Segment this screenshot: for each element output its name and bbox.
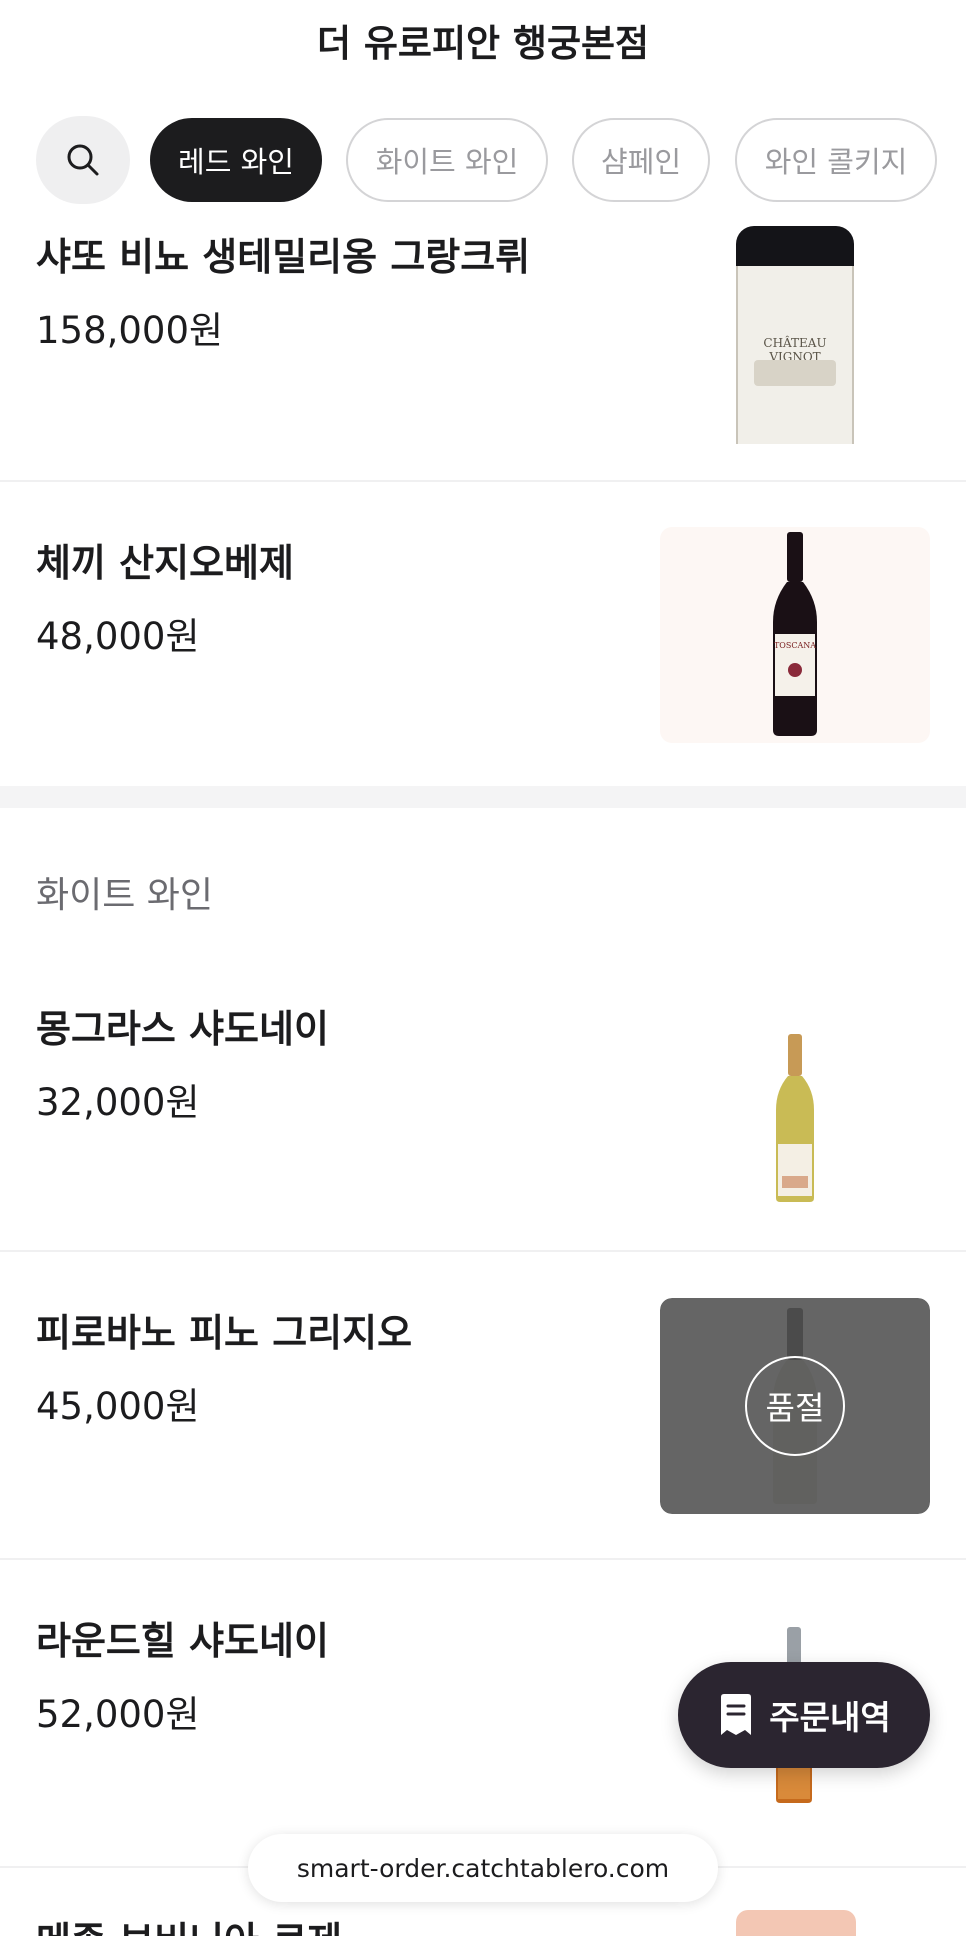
item-thumbnail: CHÂTEAU VIGNOT: [736, 226, 854, 444]
item-name: 피로바노 피노 그리지오: [36, 1311, 413, 1355]
order-history-label: 주문내역: [769, 1698, 891, 1737]
chip-white-wine[interactable]: 화이트 와인: [346, 118, 548, 202]
url-bar[interactable]: smart-order.catchtablero.com: [248, 1834, 718, 1902]
item-price: 52,000원: [36, 1693, 200, 1736]
menu-item[interactable]: 몽그라스 샤도네이 32,000원: [0, 960, 966, 1250]
app-header: 더 유로피안 행궁본점: [0, 0, 966, 80]
section-title-white-wine: 화이트 와인: [36, 875, 214, 916]
item-thumbnail: TOSCANA: [660, 527, 930, 743]
item-thumbnail: [736, 1910, 856, 1936]
label-text: TOSCANA: [774, 641, 816, 650]
item-name: 라운드힐 샤도네이: [36, 1619, 329, 1663]
sold-out-badge: 품절: [745, 1356, 845, 1456]
item-price: 48,000원: [36, 615, 200, 658]
chip-red-wine[interactable]: 레드 와인: [150, 118, 322, 202]
item-price: 32,000원: [36, 1081, 200, 1124]
menu-item[interactable]: 샤또 비뇨 생테밀리옹 그랑크뤼 158,000원 CHÂTEAU VIGNOT: [0, 208, 966, 480]
item-thumbnail: [660, 1010, 930, 1226]
wine-bottle-image: TOSCANA: [773, 532, 817, 736]
item-name: 몽그라스 샤도네이: [36, 1007, 329, 1051]
category-filter-bar: 레드 와인 화이트 와인 샴페인 와인 콜키지: [0, 116, 966, 208]
wine-bottle-image: [776, 1034, 814, 1202]
search-icon: [67, 144, 99, 176]
chip-champagne[interactable]: 샴페인: [572, 118, 710, 202]
item-name: 체끼 산지오베제: [36, 541, 294, 585]
order-history-button[interactable]: 주문내역: [678, 1662, 930, 1768]
menu-item[interactable]: 피로바노 피노 그리지오 45,000원 품절: [0, 1252, 966, 1558]
menu-item[interactable]: 체끼 산지오베제 48,000원 TOSCANA: [0, 482, 966, 787]
sold-out-overlay: 품절: [660, 1298, 930, 1514]
item-name: 샤또 비뇨 생테밀리옹 그랑크뤼: [36, 235, 531, 279]
search-button[interactable]: [36, 116, 130, 204]
receipt-icon: [721, 1694, 752, 1735]
store-title: 더 유로피안 행궁본점: [316, 22, 650, 65]
menu-page: 더 유로피안 행궁본점 레드 와인 화이트 와인 샴페인 와인 콜키지 샤또 비…: [0, 0, 966, 1936]
item-price: 158,000원: [36, 309, 224, 352]
item-thumbnail: 품절: [660, 1298, 930, 1514]
item-price: 45,000원: [36, 1385, 200, 1428]
chip-wine-corkage[interactable]: 와인 콜키지: [735, 118, 937, 202]
item-name: 메종 보비니아 로제: [36, 1910, 342, 1936]
